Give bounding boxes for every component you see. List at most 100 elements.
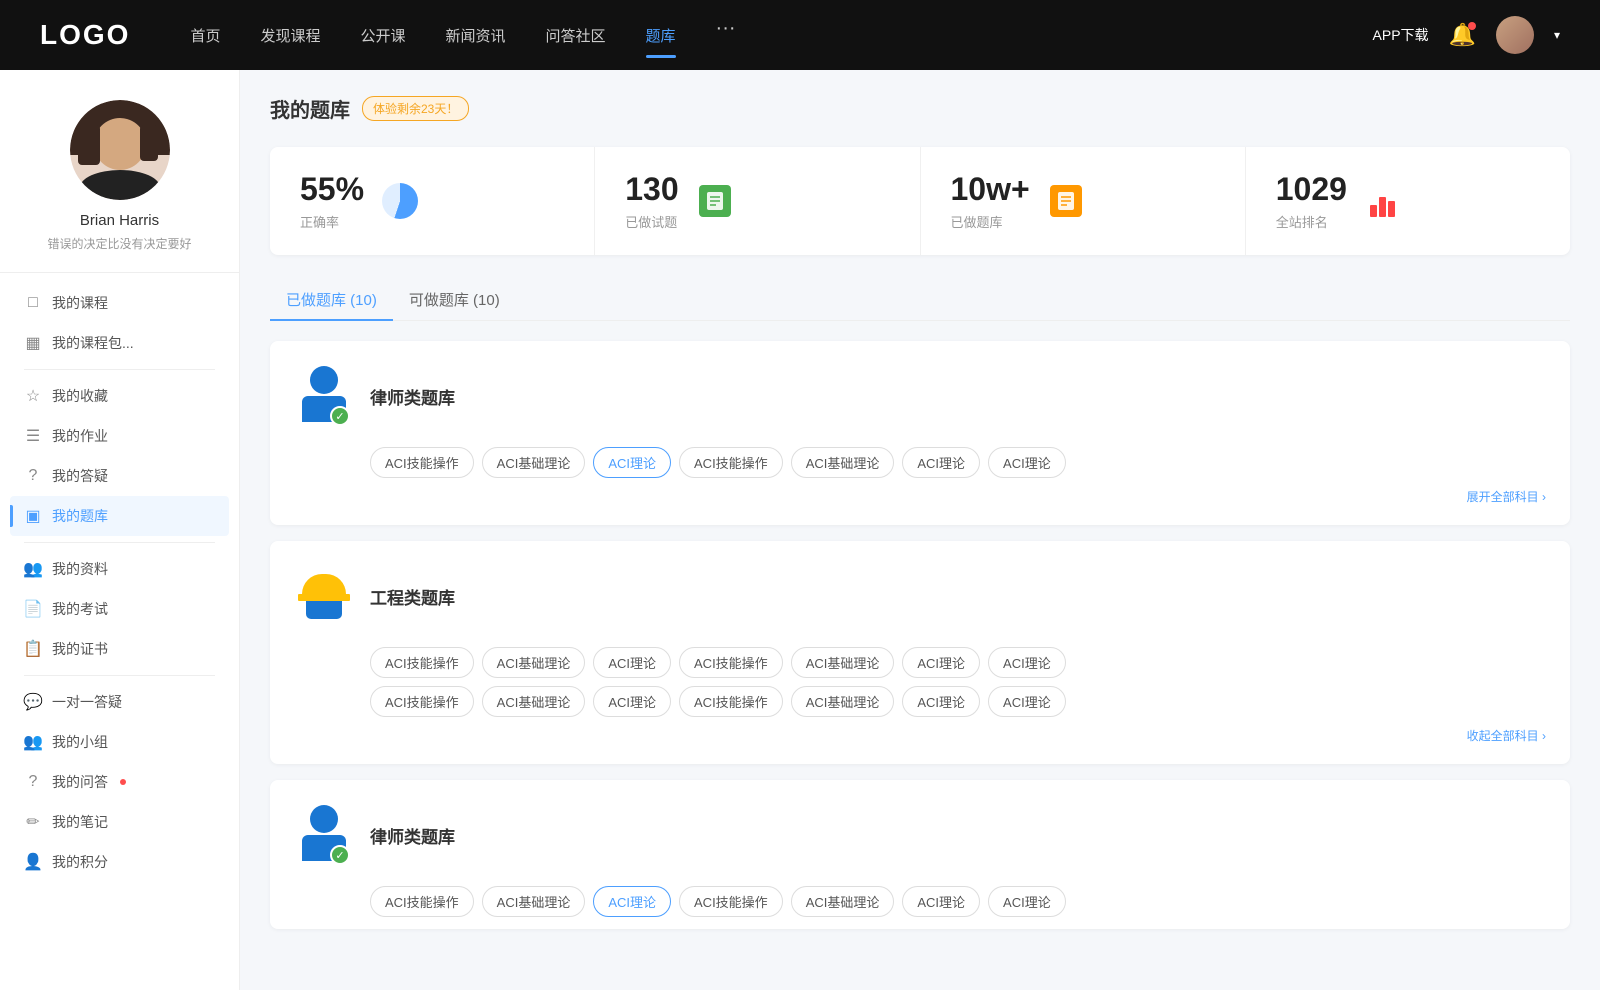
nav-qa[interactable]: 问答社区 <box>546 17 606 54</box>
nav-courses[interactable]: 发现课程 <box>260 17 320 54</box>
qbank-card-engineering: 工程类题库 ACI技能操作 ACI基础理论 ACI理论 ACI技能操作 ACI基… <box>270 541 1570 764</box>
homework-icon: ☰ <box>24 427 42 445</box>
tag-item[interactable]: ACI理论 <box>988 886 1066 917</box>
bar3 <box>1388 201 1395 217</box>
stat-questions-done: 130 已做试题 <box>595 147 920 255</box>
tag-item[interactable]: ACI技能操作 <box>370 686 474 717</box>
tag-item[interactable]: ACI理论 <box>988 447 1066 478</box>
sidebar-item-materials[interactable]: 👥 我的资料 <box>10 549 229 589</box>
qbank-tags-3: ACI技能操作 ACI基础理论 ACI理论 ACI技能操作 ACI基础理论 AC… <box>294 886 1546 917</box>
sidebar-item-homework[interactable]: ☰ 我的作业 <box>10 416 229 456</box>
sidebar-item-questions[interactable]: ? 我的问答 <box>10 762 229 802</box>
check-badge-2: ✓ <box>330 845 350 865</box>
tag-item[interactable]: ACI技能操作 <box>370 886 474 917</box>
stats-row: 55% 正确率 130 已做试题 <box>270 147 1570 255</box>
tag-item[interactable]: ACI基础理论 <box>791 686 895 717</box>
nav-question-bank[interactable]: 题库 <box>646 17 676 54</box>
sidebar-divider-1 <box>24 369 215 370</box>
tag-item[interactable]: ACI理论 <box>988 647 1066 678</box>
tag-item[interactable]: ACI基础理论 <box>791 886 895 917</box>
tag-item[interactable]: ACI理论 <box>902 647 980 678</box>
lawyer-icon-2: ✓ <box>294 800 354 870</box>
tag-item[interactable]: ACI基础理论 <box>482 647 586 678</box>
user-avatar[interactable] <box>1496 16 1534 54</box>
sidebar-item-group[interactable]: 👥 我的小组 <box>10 722 229 762</box>
rank-icon <box>1363 181 1403 221</box>
sidebar-item-exams[interactable]: 📄 我的考试 <box>10 589 229 629</box>
nav-open-course[interactable]: 公开课 <box>360 17 405 54</box>
tag-item[interactable]: ACI技能操作 <box>679 886 783 917</box>
courses-icon: □ <box>24 294 42 312</box>
trial-badge: 体验剩余23天！ <box>362 96 469 121</box>
tag-item-active[interactable]: ACI理论 <box>593 886 671 917</box>
navbar-logo: LOGO <box>40 19 130 51</box>
sidebar-item-label: 我的积分 <box>52 852 108 872</box>
sidebar-item-points[interactable]: 👤 我的积分 <box>10 842 229 882</box>
profile-motto: 错误的决定比没有决定要好 <box>20 235 219 252</box>
tag-item[interactable]: ACI技能操作 <box>679 647 783 678</box>
sidebar-item-notes[interactable]: ✏ 我的笔记 <box>10 802 229 842</box>
group-icon: 👥 <box>24 733 42 751</box>
tag-item[interactable]: ACI技能操作 <box>679 686 783 717</box>
sidebar-item-label: 我的作业 <box>52 426 108 446</box>
app-download-button[interactable]: APP下载 <box>1373 25 1429 45</box>
nav-news[interactable]: 新闻资讯 <box>446 17 506 54</box>
sidebar-divider-3 <box>24 675 215 676</box>
tag-item[interactable]: ACI理论 <box>902 447 980 478</box>
tag-item[interactable]: ACI基础理论 <box>482 447 586 478</box>
sidebar-item-favorites[interactable]: ☆ 我的收藏 <box>10 376 229 416</box>
points-icon: 👤 <box>24 853 42 871</box>
tag-item[interactable]: ACI技能操作 <box>370 647 474 678</box>
sidebar-item-question-bank[interactable]: ▣ 我的题库 <box>10 496 229 536</box>
user-menu-chevron[interactable]: ▾ <box>1554 28 1560 42</box>
tag-item[interactable]: ACI理论 <box>593 647 671 678</box>
helmet-brim <box>298 594 350 601</box>
notification-bell[interactable]: 🔔 <box>1449 22 1476 48</box>
stat-rank: 1029 全站排名 <box>1246 147 1570 255</box>
sidebar-item-label: 我的收藏 <box>52 386 108 406</box>
page-header: 我的题库 体验剩余23天！ <box>270 94 1570 123</box>
question-bank-tabs: 已做题库 (10) 可做题库 (10) <box>270 279 1570 321</box>
banks-done-label: 已做题库 <box>951 212 1030 231</box>
tag-item[interactable]: ACI技能操作 <box>370 447 474 478</box>
tag-item[interactable]: ACI基础理论 <box>791 447 895 478</box>
tag-item[interactable]: ACI理论 <box>593 686 671 717</box>
tag-item[interactable]: ACI理论 <box>902 886 980 917</box>
bar1 <box>1370 205 1377 217</box>
sidebar-item-label: 我的答疑 <box>52 466 108 486</box>
helmet-shape <box>298 574 350 619</box>
bar2 <box>1379 197 1386 217</box>
stat-accuracy: 55% 正确率 <box>270 147 595 255</box>
tab-todo[interactable]: 可做题库 (10) <box>393 279 516 320</box>
tag-item-active[interactable]: ACI理论 <box>593 447 671 478</box>
sidebar-item-my-courses[interactable]: □ 我的课程 <box>10 283 229 323</box>
sidebar-divider-2 <box>24 542 215 543</box>
tag-item[interactable]: ACI理论 <box>988 686 1066 717</box>
tag-item[interactable]: ACI基础理论 <box>482 686 586 717</box>
tag-item[interactable]: ACI基础理论 <box>482 886 586 917</box>
nav-home[interactable]: 首页 <box>190 17 220 54</box>
sidebar-item-qa[interactable]: ? 我的答疑 <box>10 456 229 496</box>
question-bank-icon: ▣ <box>24 507 42 525</box>
sidebar-item-tutoring[interactable]: 💬 一对一答疑 <box>10 682 229 722</box>
page-title: 我的题库 <box>270 94 350 123</box>
qa-icon: ? <box>24 467 42 485</box>
rank-value: 1029 <box>1276 171 1347 208</box>
tag-item[interactable]: ACI技能操作 <box>679 447 783 478</box>
sidebar-item-label: 我的课程 <box>52 293 108 313</box>
profile-section: Brian Harris 错误的决定比没有决定要好 <box>0 90 239 273</box>
tab-done[interactable]: 已做题库 (10) <box>270 279 393 320</box>
sidebar-item-label: 我的小组 <box>52 732 108 752</box>
unread-dot <box>120 779 126 785</box>
sidebar-item-label: 我的资料 <box>52 559 108 579</box>
tag-item[interactable]: ACI理论 <box>902 686 980 717</box>
sidebar-item-label: 我的考试 <box>52 599 108 619</box>
accuracy-value: 55% <box>300 171 364 208</box>
collapse-button[interactable]: 收起全部科目 › <box>294 727 1546 744</box>
doc-green-icon <box>699 185 731 217</box>
sidebar-item-course-package[interactable]: ▦ 我的课程包... <box>10 323 229 363</box>
nav-more[interactable]: ··· <box>716 17 736 54</box>
expand-button-1[interactable]: 展开全部科目 › <box>294 488 1546 505</box>
sidebar-item-certificate[interactable]: 📋 我的证书 <box>10 629 229 669</box>
tag-item[interactable]: ACI基础理论 <box>791 647 895 678</box>
